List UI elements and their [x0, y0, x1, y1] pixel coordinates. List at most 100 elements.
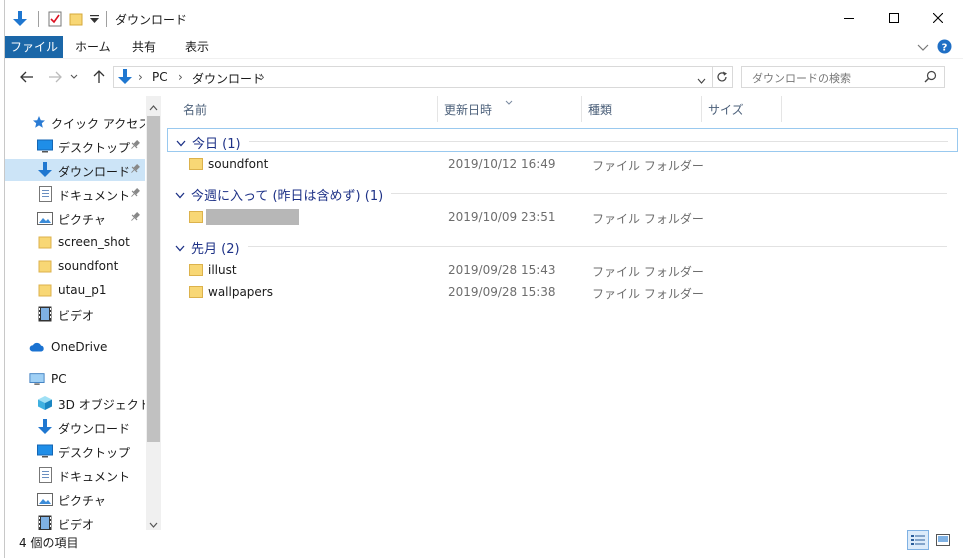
group-header[interactable]: 先月 (2): [167, 234, 957, 258]
address-bar[interactable]: › PC › ダウンロード ›: [113, 66, 713, 88]
sidebar-label: 3D オブジェクト: [58, 398, 145, 412]
download-icon: [118, 69, 132, 88]
address-row: › PC › ダウンロード ›: [5, 62, 963, 92]
video-icon: [37, 306, 53, 322]
3d-objects-icon: [37, 395, 53, 411]
search-input[interactable]: [750, 69, 924, 87]
pin-icon[interactable]: [129, 187, 141, 199]
column-type[interactable]: 種類: [588, 101, 612, 118]
help-icon[interactable]: ?: [937, 39, 952, 54]
sidebar-label: PC: [51, 372, 67, 386]
download-icon[interactable]: [11, 10, 29, 28]
sidebar-label: ピクチャ: [58, 494, 106, 508]
tab-share[interactable]: 共有: [120, 36, 168, 58]
sidebar-item[interactable]: ドキュメント: [5, 464, 145, 486]
group-header[interactable]: 今日 (1): [167, 128, 958, 152]
breadcrumb-pc[interactable]: PC: [152, 70, 168, 84]
sidebar-item[interactable]: ダウンロード: [5, 159, 145, 181]
recent-locations-icon[interactable]: [68, 68, 80, 86]
sidebar-item[interactable]: ピクチャ: [5, 488, 145, 510]
explorer-window: ダウンロード ファイル ホーム 共有 表示 ? › PC › ダウンロード › …: [4, 0, 963, 558]
sidebar-onedrive[interactable]: OneDrive: [5, 336, 145, 358]
folder-icon: [37, 258, 53, 274]
pin-icon[interactable]: [129, 139, 141, 151]
download-icon: [37, 162, 53, 178]
chevron-down-icon[interactable]: [175, 188, 185, 202]
sidebar-item[interactable]: ビデオ: [5, 303, 145, 325]
redacted-name: [206, 209, 299, 225]
tab-file[interactable]: ファイル: [5, 36, 63, 58]
chevron-right-icon[interactable]: ›: [178, 70, 183, 84]
back-arrow-icon[interactable]: [17, 68, 37, 86]
scrollbar-thumb[interactable]: [147, 116, 160, 442]
status-bar: 4 個の項目: [5, 530, 963, 552]
breadcrumb-downloads[interactable]: ダウンロード: [192, 70, 264, 87]
sidebar-item[interactable]: ピクチャ: [5, 207, 145, 229]
chevron-right-icon[interactable]: ›: [260, 70, 265, 84]
minimize-button[interactable]: [826, 0, 872, 36]
computer-icon: [29, 371, 45, 387]
chevron-down-icon[interactable]: [176, 136, 186, 150]
sidebar-label: screen_shot: [58, 235, 130, 249]
close-button[interactable]: [915, 0, 961, 36]
scroll-up-icon[interactable]: [149, 100, 158, 114]
group-divider: [249, 141, 948, 142]
file-date: 2019/10/09 23:51: [448, 210, 556, 224]
video-icon: [37, 515, 53, 530]
up-arrow-icon[interactable]: [89, 68, 109, 86]
tab-home[interactable]: ホーム: [63, 36, 123, 58]
column-date[interactable]: 更新日時: [444, 101, 492, 118]
column-size[interactable]: サイズ: [708, 101, 744, 118]
file-row[interactable]: soundfont 2019/10/12 16:49 ファイル フォルダー: [165, 153, 955, 175]
sidebar-item[interactable]: utau_p1: [5, 279, 145, 301]
properties-icon[interactable]: [47, 10, 63, 28]
large-icons-view-icon[interactable]: [932, 530, 954, 550]
sidebar-item[interactable]: デスクトップ: [5, 135, 145, 157]
folder-icon: [189, 158, 203, 170]
sidebar-item[interactable]: screen_shot: [5, 231, 145, 253]
file-row[interactable]: wallpapers 2019/09/28 15:38 ファイル フォルダー: [165, 281, 955, 303]
maximize-button[interactable]: [871, 0, 917, 36]
search-box[interactable]: [741, 66, 945, 88]
file-date: 2019/10/12 16:49: [448, 157, 556, 171]
file-date: 2019/09/28 15:38: [448, 285, 556, 299]
sidebar-label: クイック アクセス: [51, 117, 145, 131]
forward-arrow-icon[interactable]: [45, 68, 65, 86]
pictures-icon: [37, 210, 53, 226]
sidebar-item[interactable]: ドキュメント: [5, 183, 145, 205]
cloud-icon: [29, 339, 45, 355]
pin-icon[interactable]: [129, 163, 141, 175]
sidebar-label: デスクトップ: [58, 446, 131, 460]
sidebar-item[interactable]: ビデオ: [5, 512, 145, 530]
chevron-down-icon[interactable]: [697, 73, 706, 87]
group-label: 今日 (1): [192, 137, 241, 152]
expand-ribbon-icon[interactable]: [917, 41, 929, 53]
pin-icon[interactable]: [129, 211, 141, 223]
file-row[interactable]: illust 2019/09/28 15:43 ファイル フォルダー: [165, 259, 955, 281]
new-folder-icon[interactable]: [68, 10, 84, 28]
column-name[interactable]: 名前: [183, 101, 207, 118]
sidebar-item[interactable]: デスクトップ: [5, 440, 145, 462]
sidebar-item[interactable]: 3D オブジェクト: [5, 392, 145, 414]
ribbon-tabs: ファイル ホーム 共有 表示 ?: [5, 36, 963, 59]
refresh-icon[interactable]: [711, 66, 733, 88]
chevron-right-icon[interactable]: ›: [138, 70, 143, 84]
search-icon[interactable]: [924, 70, 937, 86]
sidebar-pc[interactable]: PC: [5, 368, 145, 390]
tab-view[interactable]: 表示: [173, 36, 221, 58]
sidebar-label: utau_p1: [58, 283, 107, 297]
customize-toolbar-icon[interactable]: [88, 10, 100, 28]
sidebar-label: デスクトップ: [58, 141, 131, 155]
file-type: ファイル フォルダー: [592, 159, 704, 173]
sidebar-item[interactable]: ダウンロード: [5, 416, 145, 438]
sidebar-scrollbar[interactable]: [146, 96, 161, 530]
chevron-down-icon[interactable]: [175, 241, 185, 255]
sidebar-label: ドキュメント: [58, 189, 131, 203]
sidebar-item[interactable]: soundfont: [5, 255, 145, 277]
scroll-down-icon[interactable]: [149, 517, 158, 531]
file-type: ファイル フォルダー: [592, 265, 704, 279]
details-view-icon[interactable]: [907, 530, 929, 550]
file-row[interactable]: 2019/10/09 23:51 ファイル フォルダー: [165, 206, 955, 228]
sidebar-quick-access[interactable]: クイック アクセス: [5, 111, 145, 133]
group-header[interactable]: 今週に入って (昨日は含めず) (1): [167, 181, 957, 205]
